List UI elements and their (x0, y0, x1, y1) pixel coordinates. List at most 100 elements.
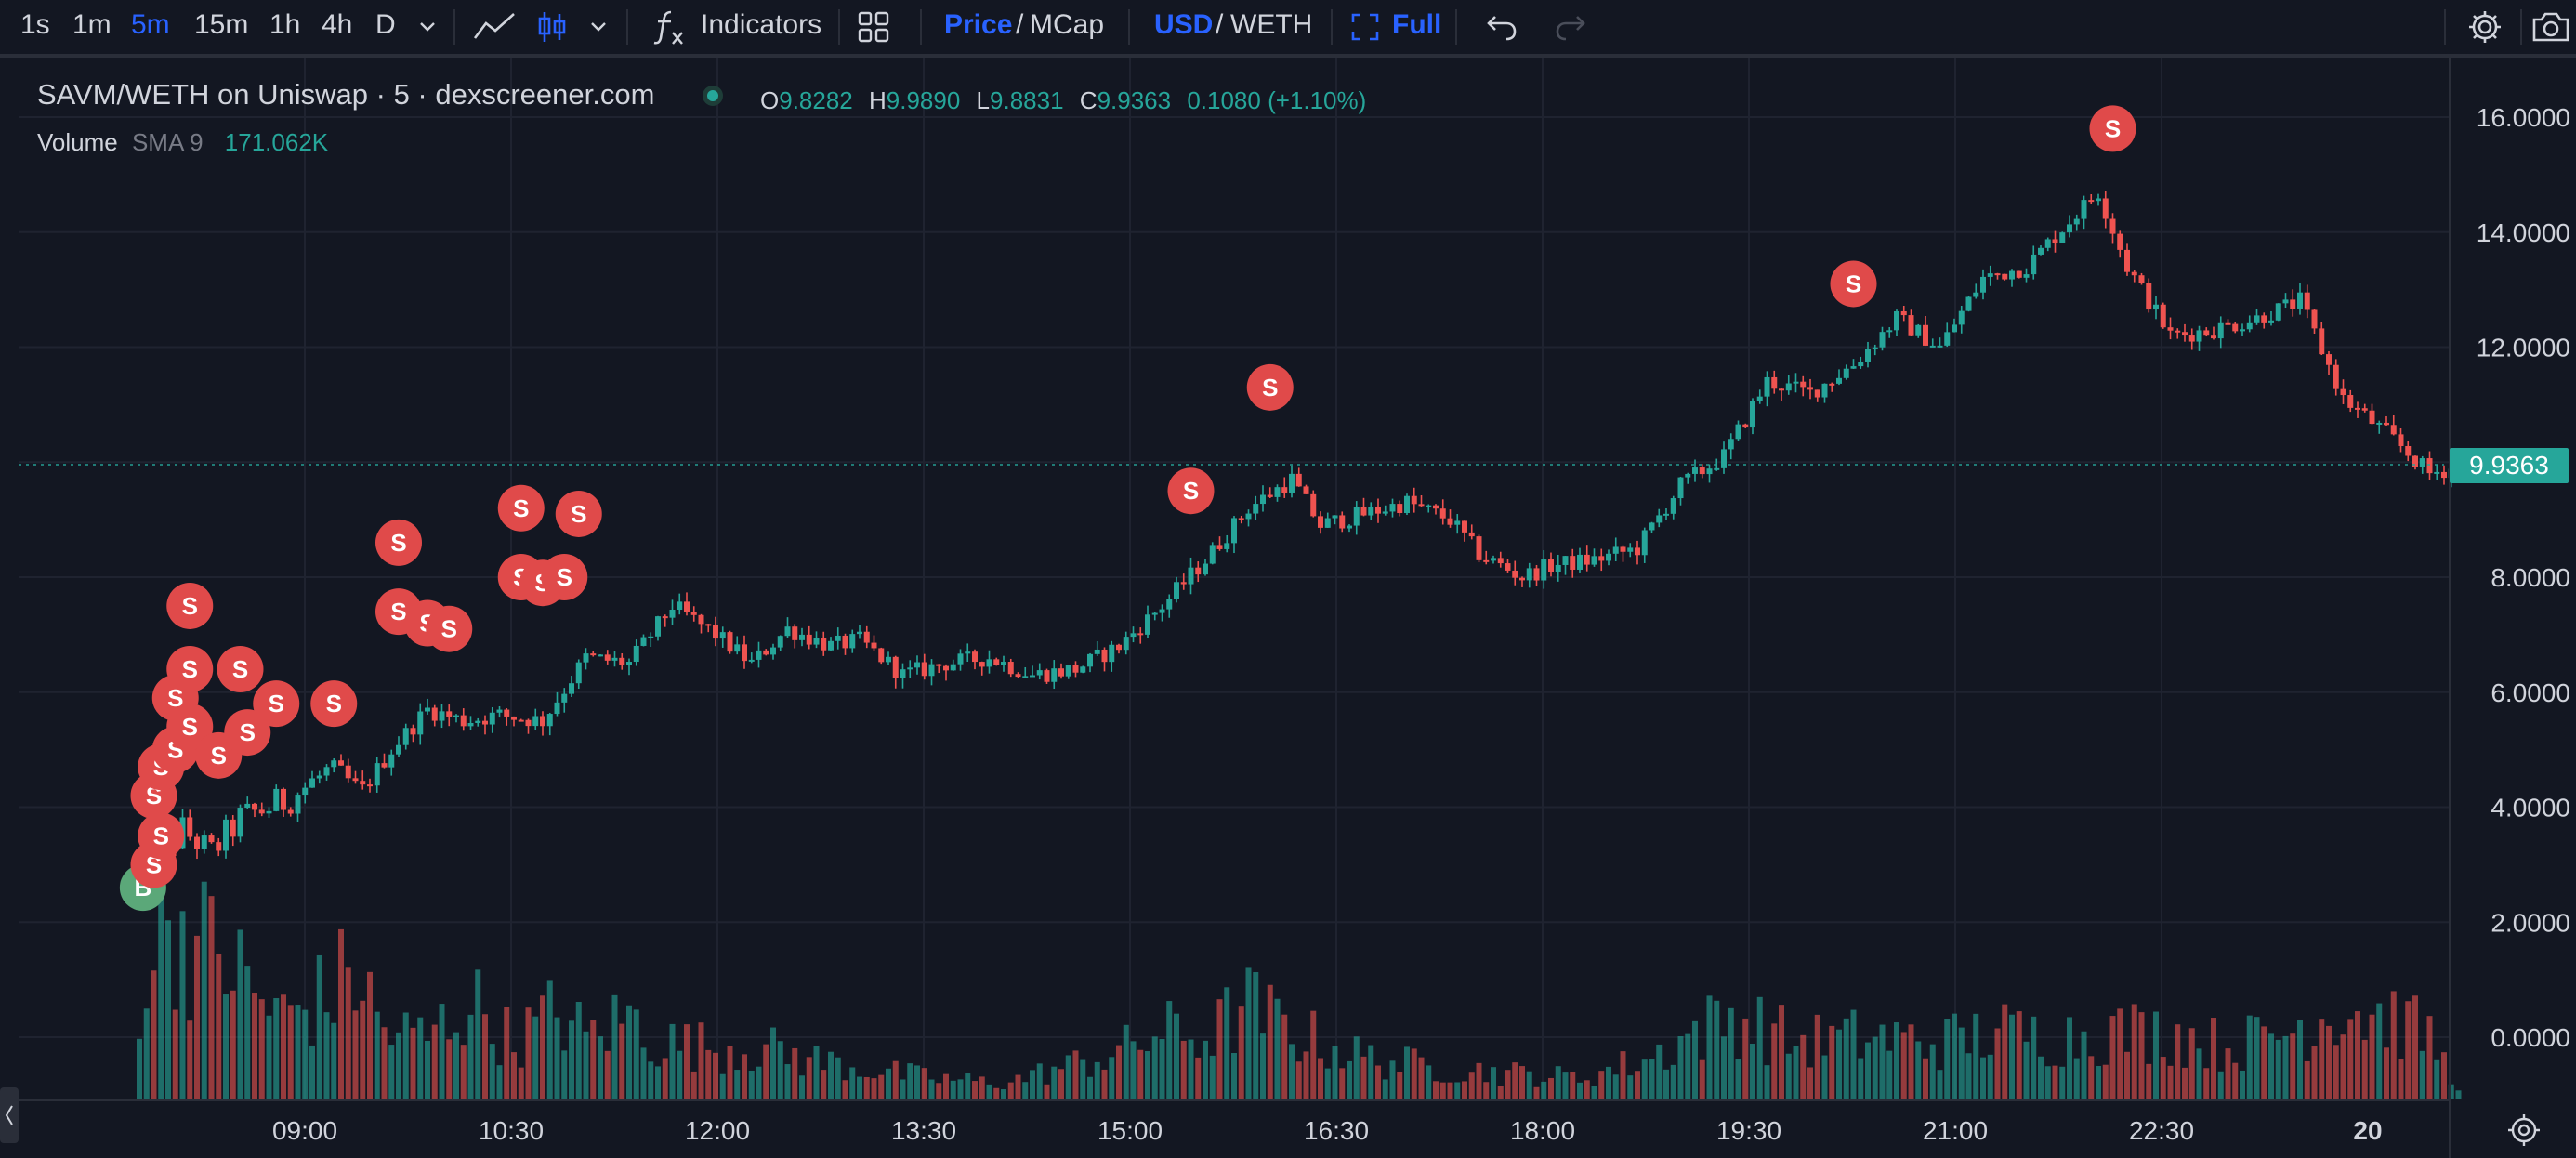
interval-1s[interactable]: 1s (20, 0, 50, 54)
volume-bar (1188, 1039, 1194, 1099)
volume-bar (957, 1079, 964, 1099)
sell-marker[interactable]: S (555, 490, 602, 537)
volume-bar (1180, 1040, 1187, 1099)
sell-marker[interactable]: S (1167, 467, 1215, 515)
sell-marker[interactable]: S (217, 646, 264, 692)
layout-grid-icon[interactable] (855, 0, 892, 54)
interval-4h[interactable]: 4h (322, 0, 352, 54)
candle-body (223, 819, 229, 851)
volume-bar (792, 1047, 798, 1099)
volume-bar (719, 1073, 726, 1099)
volume-bar (986, 1084, 992, 1099)
sell-marker[interactable]: S (138, 812, 185, 860)
volume-bar (2160, 1057, 2166, 1099)
volume-bar (2390, 991, 2397, 1099)
volume-bar (1533, 1086, 1540, 1099)
candle-body (857, 631, 862, 635)
price-toggle[interactable]: Price (944, 0, 1012, 54)
volume-bar (295, 1005, 301, 1099)
chart-type-chevron-down-icon[interactable] (585, 0, 611, 54)
sell-marker[interactable]: S (166, 646, 214, 692)
volume-bar (540, 995, 545, 1099)
volume-label: Volume (37, 128, 118, 156)
volume-bar (1058, 1069, 1064, 1099)
volume-bar (2369, 1014, 2375, 1099)
candle-body (1044, 670, 1050, 682)
volume-bar (201, 881, 207, 1099)
marker-label: S (211, 742, 227, 770)
sell-marker[interactable]: S (1246, 363, 1294, 411)
volume-bar (900, 1079, 906, 1099)
volume-bar (410, 1027, 416, 1099)
interval-5m[interactable]: 5m (131, 0, 170, 54)
left-scroll-handle[interactable] (0, 1087, 19, 1143)
candle-body (252, 803, 257, 810)
candle-body (1375, 507, 1381, 514)
candle-body (338, 760, 344, 766)
candle-body (1209, 545, 1216, 564)
candle-body (2225, 322, 2231, 325)
candle-body (1109, 644, 1115, 663)
volume-bar (2067, 1017, 2072, 1099)
volume-bar (1750, 1044, 1755, 1099)
volume-value: 171.062K (224, 128, 329, 156)
line-chart-icon[interactable] (468, 0, 520, 54)
volume-bar (143, 1008, 150, 1099)
settings-gear-icon[interactable] (2464, 0, 2505, 54)
candle-body (1958, 310, 1965, 325)
volume-bar (2240, 1070, 2245, 1099)
sell-marker[interactable]: S (426, 605, 473, 652)
volume-bar (1937, 1070, 1943, 1099)
axis-settings-gear-icon[interactable] (2508, 1114, 2540, 1146)
sell-marker[interactable]: S (497, 484, 545, 532)
volume-bar (1030, 1070, 1035, 1099)
candle-body (2398, 434, 2404, 446)
usd-toggle[interactable]: USD (1154, 0, 1213, 54)
fullscreen-icon[interactable] (1349, 0, 1381, 54)
interval-1m[interactable]: 1m (72, 0, 112, 54)
full-button[interactable]: Full (1392, 0, 1441, 54)
interval-1h[interactable]: 1h (269, 0, 300, 54)
price-chart[interactable]: BSSSSSSSSSSSSSSSSSSSSSSSSSSS 16.0000 14.0… (0, 58, 2576, 1158)
sell-marker[interactable]: S (2089, 105, 2136, 152)
marker-label: S (441, 615, 457, 643)
volume-bar (965, 1073, 971, 1099)
interval-chevron-down-icon[interactable] (414, 0, 440, 54)
sell-marker[interactable]: S (166, 582, 214, 629)
volume-bar (1101, 1069, 1108, 1099)
candle-body (2038, 247, 2044, 255)
volume-bar (1094, 1061, 1100, 1099)
interval-d[interactable]: D (375, 0, 396, 54)
volume-bar (1512, 1062, 1518, 1099)
candle-body (2441, 471, 2447, 479)
redo-icon[interactable] (1552, 0, 1589, 54)
mcap-toggle[interactable]: MCap (1030, 0, 1104, 54)
indicators-button[interactable]: Indicators (701, 0, 821, 54)
candles-chart-icon[interactable] (533, 0, 571, 54)
sell-marker[interactable]: S (310, 680, 358, 728)
weth-toggle[interactable]: WETH (1230, 0, 1312, 54)
undo-icon[interactable] (1483, 0, 1520, 54)
volume-bar (1332, 1046, 1338, 1099)
candle-body (2347, 395, 2354, 408)
volume-bar (1635, 1071, 1640, 1099)
candle-body (1952, 324, 1957, 333)
volume-bar (1923, 1058, 1928, 1099)
sell-marker[interactable]: S (541, 554, 588, 600)
fx-icon[interactable] (651, 0, 688, 54)
volume-bar (1253, 972, 1259, 1099)
candle-body (878, 648, 885, 663)
candle-body (216, 842, 222, 851)
camera-icon[interactable] (2530, 0, 2572, 54)
candle-body (1555, 564, 1561, 572)
candle-body (669, 609, 676, 618)
interval-15m[interactable]: 15m (194, 0, 248, 54)
candle-body (2434, 471, 2440, 474)
volume-bar (1555, 1066, 1561, 1099)
volume-bar (1137, 1049, 1144, 1099)
sell-marker[interactable]: S (1830, 260, 1877, 308)
sell-marker[interactable]: S (375, 519, 422, 566)
candle-body (2059, 232, 2066, 243)
sell-marker[interactable]: S (253, 680, 300, 728)
y-tick-label: 2.0000 (2491, 908, 2570, 937)
